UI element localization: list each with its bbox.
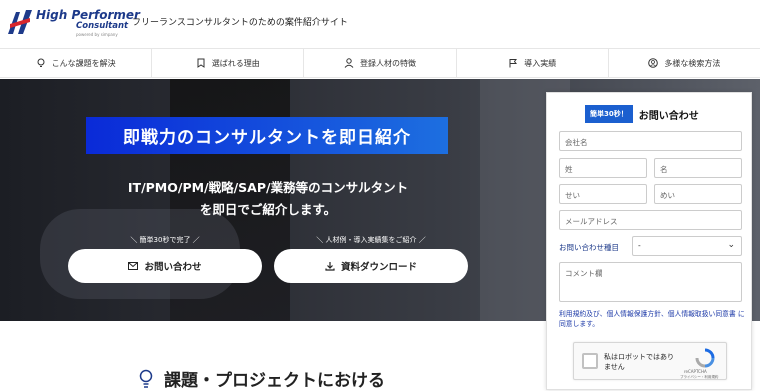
form-badge: 簡単30秒！ [585, 105, 633, 123]
download-button-label: 資料ダウンロード [340, 262, 417, 273]
mail-icon [128, 262, 139, 270]
comment-field[interactable]: コメント欄 [559, 262, 742, 302]
user-circle-icon [648, 58, 659, 68]
hero-title: 即戦力のコンサルタントを即日紹介 [86, 117, 448, 154]
inquiry-type-label: お問い合わせ種目 [559, 243, 619, 252]
nav-item-talent[interactable]: 登録人材の特徴 [303, 49, 455, 77]
nav-item-label: 選ばれる理由 [211, 58, 260, 68]
cta-download-note: ＼ 人材例・導入実績集をご紹介 ／ [316, 236, 426, 244]
recaptcha-widget: 私はロボットではありません reCAPTCHA プライバシー・利用規約 [573, 342, 727, 380]
flag-icon [509, 59, 518, 68]
lightbulb-icon [139, 369, 153, 388]
nav-item-label: 登録人材の特徴 [360, 58, 416, 68]
inquiry-type-select[interactable]: - ⌄ [632, 236, 742, 256]
email-field[interactable]: メールアドレス [559, 210, 742, 230]
last-name-kana-field[interactable]: せい [559, 184, 647, 204]
contact-form: 簡単30秒！ お問い合わせ 会社名 姓 名 せい めい メールアドレス お問い合… [546, 92, 752, 390]
chevron-down-icon: ⌄ [727, 240, 735, 250]
first-name-kana-field[interactable]: めい [654, 184, 742, 204]
site-tagline: フリーランスコンサルタントのための案件紹介サイト [132, 18, 348, 28]
cta-contact-note: ＼ 簡単30秒で完了 ／ [130, 236, 200, 244]
main-nav: こんな課題を解決 選ばれる理由 登録人材の特徴 導入実績 多様な検索方法 [0, 48, 760, 78]
nav-item-label: 導入実績 [524, 58, 557, 68]
first-name-field[interactable]: 名 [654, 158, 742, 178]
section-title: 課題・プロジェクトにおける [164, 371, 385, 391]
nav-item-label: こんな課題を解決 [51, 58, 116, 68]
recaptcha-brand: reCAPTCHA [684, 369, 707, 374]
logo-text-powered: powered by simpany [76, 32, 118, 37]
download-button[interactable]: 資料ダウンロード [274, 249, 468, 283]
hero-subtitle-line2: を即日でご紹介します。 [199, 202, 337, 217]
recaptcha-label: 私はロボットではありません [604, 353, 674, 371]
site-header: High Performer Consultant powered by sim… [0, 0, 760, 48]
recaptcha-checkbox[interactable] [582, 353, 598, 369]
nav-item-label: 多様な検索方法 [664, 58, 721, 68]
lightbulb-icon [37, 58, 45, 67]
inquiry-type-value: - [638, 241, 641, 250]
form-title: お問い合わせ [638, 110, 699, 122]
nav-item-cases[interactable]: 導入実績 [455, 49, 608, 77]
contact-button-label: お問い合わせ [144, 262, 202, 273]
site-logo[interactable]: High Performer Consultant powered by sim… [6, 6, 140, 42]
recaptcha-links[interactable]: プライバシー・利用規約 [680, 375, 718, 380]
section-heading: 課題・プロジェクトにおける [138, 366, 385, 391]
nav-item-search[interactable]: 多様な検索方法 [607, 49, 760, 77]
bookmark-icon [197, 58, 205, 68]
nav-item-reasons[interactable]: 選ばれる理由 [151, 49, 303, 77]
logo-mark-icon [8, 10, 32, 34]
company-field[interactable]: 会社名 [559, 131, 742, 151]
user-icon [344, 58, 354, 68]
logo-text-consultant: Consultant [76, 21, 129, 31]
logo-text-high-performer: High Performer [36, 8, 140, 22]
nav-item-solve[interactable]: こんな課題を解決 [0, 49, 151, 77]
last-name-field[interactable]: 姓 [559, 158, 647, 178]
form-header: 簡単30秒！ お問い合わせ [585, 105, 699, 123]
hero-subtitle-line1: IT/PMO/PM/戦略/SAP/業務等のコンサルタント [127, 180, 409, 195]
download-icon [325, 262, 335, 271]
policy-consent[interactable]: 利用規約及び、個人情報保護方針、個人情報取扱い同意書 に同意します。 [559, 309, 745, 329]
recaptcha-icon [695, 348, 715, 368]
contact-button[interactable]: お問い合わせ [68, 249, 262, 283]
